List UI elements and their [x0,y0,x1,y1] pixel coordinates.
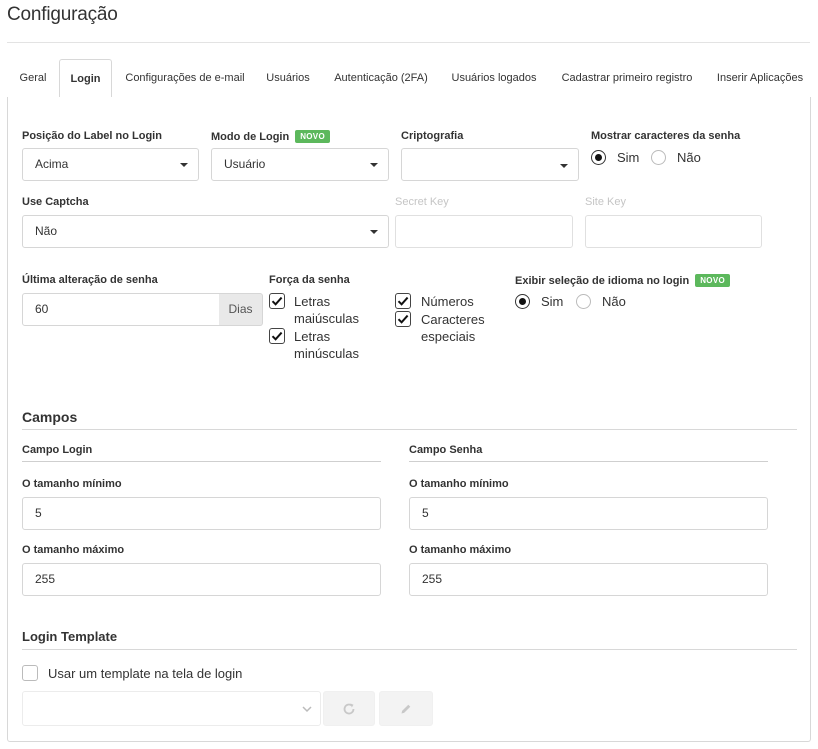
login-min-label: O tamanho mínimo [22,478,122,490]
check-icon [397,314,409,324]
show-password-yes-radio[interactable] [591,150,606,165]
chevron-down-icon [370,230,378,234]
edit-button[interactable] [379,691,433,726]
tab-first-record[interactable]: Cadastrar primeiro registro [551,59,703,98]
tab-users[interactable]: Usuários [257,59,319,98]
tab-2fa[interactable]: Autenticação (2FA) [325,59,437,98]
login-max-label: O tamanho máximo [22,544,125,556]
login-field-divider [22,461,381,462]
encryption-label: Criptografia [401,130,464,142]
password-max-label: O tamanho máximo [409,544,512,556]
tab-logged-users[interactable]: Usuários logados [443,59,545,98]
captcha-value: Não [35,224,58,238]
fields-section-divider [22,429,797,430]
label-position-label: Posição do Label no Login [22,130,162,142]
login-min-input[interactable]: 5 [22,497,381,530]
login-mode-label-text: Modo de Login [211,131,290,143]
numbers-label: Números [421,294,474,309]
show-password-no-label: Não [677,150,701,165]
password-field-divider [409,461,768,462]
login-mode-value: Usuário [224,157,266,171]
tab-insert-apps[interactable]: Inserir Aplicações [709,59,811,98]
use-template-label: Usar um template na tela de login [48,666,243,681]
chevron-down-icon [370,163,378,167]
fields-section-title: Campos [22,409,78,425]
password-min-label: O tamanho mínimo [409,478,509,490]
password-field-title: Campo Senha [409,444,483,456]
tab-email-settings[interactable]: Configurações de e-mail [113,59,257,98]
tab-bar: Geral Login Configurações de e-mail Usuá… [7,59,811,99]
site-key-label: Site Key [585,196,626,208]
label-position-value: Acima [35,157,69,171]
site-key-input[interactable] [585,215,762,248]
uppercase-checkbox[interactable] [269,293,285,309]
special-chars-label: Caracteres especiais [421,312,485,344]
refresh-icon [343,703,355,714]
language-selection-label-text: Exibir seleção de idioma no login [515,275,690,287]
secret-key-label: Secret Key [395,196,449,208]
login-max-input[interactable]: 255 [22,563,381,596]
tab-geral[interactable]: Geral [7,59,59,98]
uppercase-label: Letras maiúsculas [294,294,360,326]
template-section-title: Login Template [22,629,118,644]
numbers-checkbox[interactable] [395,293,411,309]
language-yes-radio[interactable] [515,294,530,309]
special-chars-checkbox[interactable] [395,311,411,327]
encryption-select[interactable] [401,148,579,181]
language-yes-label: Sim [541,294,564,309]
new-badge: NOVO [295,130,330,143]
password-min-input[interactable]: 5 [409,497,768,530]
login-settings-panel [7,97,811,742]
show-password-no-radio[interactable] [651,150,666,165]
pencil-icon [401,704,411,713]
language-selection-label: Exibir seleção de idioma no login NOVO [515,274,730,287]
new-badge: NOVO [695,274,730,287]
use-template-checkbox[interactable] [22,665,38,681]
show-password-yes-label: Sim [617,150,640,165]
lowercase-label: Letras minúsculas [294,329,360,361]
language-no-label: Não [602,294,626,309]
check-icon [271,331,283,341]
template-section-divider [22,649,797,650]
captcha-label: Use Captcha [22,196,89,208]
lowercase-checkbox[interactable] [269,328,285,344]
show-password-label: Mostrar caracteres da senha [591,130,741,142]
chevron-down-icon [180,163,188,167]
language-no-radio[interactable] [576,294,591,309]
days-addon: Dias [219,293,263,326]
last-password-change-label: Última alteração de senha [22,274,158,286]
login-mode-label: Modo de Login NOVO [211,130,330,143]
template-select[interactable] [22,691,321,726]
chevron-down-icon [560,164,568,168]
title-divider [7,42,810,43]
tab-login[interactable]: Login [59,59,112,99]
login-field-title: Campo Login [22,444,93,456]
login-mode-select[interactable]: Usuário [211,148,389,181]
last-password-change-input[interactable]: 60 [22,293,220,326]
label-position-select[interactable]: Acima [22,148,199,181]
captcha-select[interactable]: Não [22,215,389,248]
chevron-down-icon [302,706,312,713]
secret-key-input[interactable] [395,215,573,248]
refresh-button[interactable] [323,691,375,726]
password-strength-label: Força da senha [269,274,350,286]
check-icon [271,296,283,306]
check-icon [397,296,409,306]
password-max-input[interactable]: 255 [409,563,768,596]
page-title: Configuração [7,4,118,25]
